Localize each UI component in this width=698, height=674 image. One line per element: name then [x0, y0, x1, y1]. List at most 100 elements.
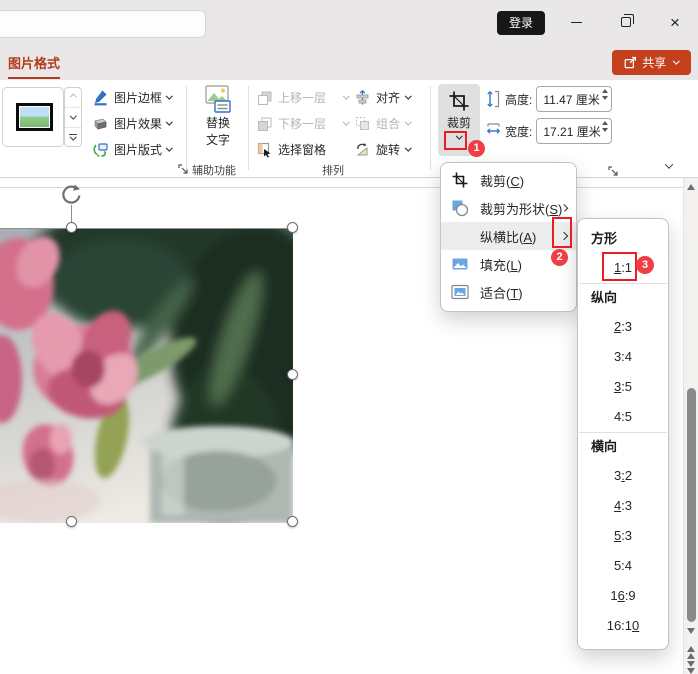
- ratio-3-5[interactable]: 3:5: [578, 372, 668, 402]
- ratio-5-4[interactable]: 5:4: [578, 551, 668, 581]
- picture-effects-label: 图片效果: [114, 116, 163, 131]
- slide-top-edge: [0, 187, 683, 188]
- menu-item-crop[interactable]: 裁剪(C): [441, 166, 576, 194]
- selection-pane-icon: [257, 142, 271, 157]
- size-dialog-launcher[interactable]: [607, 165, 619, 177]
- arrange-group-label: 排列: [322, 165, 344, 177]
- double-down-icon: [687, 668, 695, 674]
- bring-forward-label: 上移一层: [278, 90, 327, 105]
- next-slide-button[interactable]: [687, 661, 695, 674]
- align-icon: [356, 89, 369, 104]
- crop-menu-icon: [452, 172, 468, 188]
- minimize-button[interactable]: [558, 6, 594, 38]
- annotation-badge-step2: 2: [551, 249, 568, 266]
- selection-pane-label: 选择窗格: [278, 142, 327, 157]
- tab-picture-format[interactable]: 图片格式: [8, 53, 61, 79]
- minimize-icon: [570, 21, 582, 23]
- width-value: 17.21 厘米: [543, 124, 601, 139]
- send-backward-button[interactable]: 下移一层: [256, 111, 349, 135]
- width-spin-up-icon[interactable]: [602, 121, 609, 125]
- chevron-down-icon: [69, 133, 77, 141]
- width-label: 宽度:: [505, 124, 533, 139]
- picture-layout-button[interactable]: 图片版式: [92, 137, 173, 161]
- share-icon: [624, 56, 637, 69]
- share-button[interactable]: 共享: [612, 50, 691, 75]
- double-down-icon: [687, 661, 695, 667]
- powerpoint-window: 登录 × 图片格式 共享 图片边框 图片效果 图片版式 替换 文字 辅助功能 上…: [0, 0, 698, 674]
- ratio-4-5[interactable]: 4:5: [578, 402, 668, 432]
- ratio-16-9[interactable]: 16:9: [578, 581, 668, 611]
- annotation-rect-step3: [602, 252, 637, 281]
- scrollbar-thumb[interactable]: [687, 388, 696, 622]
- send-backward-icon: [258, 117, 272, 131]
- login-button[interactable]: 登录: [497, 11, 545, 35]
- resize-handle-top-right[interactable]: [287, 222, 298, 233]
- gallery-scroll-up-button[interactable]: [65, 88, 81, 107]
- resize-handle-right[interactable]: [287, 369, 298, 380]
- group-button[interactable]: 组合: [354, 111, 411, 135]
- scroll-up-icon[interactable]: [687, 184, 695, 190]
- send-backward-label: 下移一层: [278, 116, 327, 131]
- picture-effects-button[interactable]: 图片效果: [92, 111, 173, 135]
- chevron-down-icon: [404, 92, 411, 99]
- double-up-icon: [687, 653, 695, 659]
- resize-handle-bottom-right[interactable]: [287, 516, 298, 527]
- quick-access-box[interactable]: [0, 10, 206, 38]
- chevron-down-icon: [166, 144, 173, 151]
- bring-forward-button[interactable]: 上移一层: [256, 85, 349, 109]
- rotate-handle-icon[interactable]: [60, 183, 83, 206]
- collapse-ribbon-chevron-icon[interactable]: [664, 160, 674, 169]
- previous-slide-button[interactable]: [687, 646, 695, 659]
- ratio-3-2[interactable]: 3:2: [578, 461, 668, 491]
- rotate-button[interactable]: 旋转: [354, 137, 411, 161]
- alt-text-icon: [205, 85, 231, 113]
- submenu-header-portrait: 纵向: [591, 290, 618, 305]
- crop-to-shape-icon: [452, 200, 469, 217]
- resize-handle-bottom[interactable]: [66, 516, 77, 527]
- menu-item-fit[interactable]: 适合(T): [441, 278, 576, 306]
- close-button[interactable]: ×: [657, 6, 693, 38]
- close-icon: ×: [670, 12, 680, 32]
- annotation-badge-step3: 3: [636, 256, 654, 274]
- picture-styles-gallery[interactable]: [2, 87, 64, 147]
- chevron-down-icon: [342, 92, 349, 99]
- height-spin-down-icon[interactable]: [602, 96, 609, 100]
- rotate-icon: [356, 142, 368, 155]
- resize-handle-top[interactable]: [66, 222, 77, 233]
- alt-text-button[interactable]: 替换 文字: [192, 84, 244, 148]
- ratio-2-3[interactable]: 2:3: [578, 312, 668, 342]
- height-icon: [487, 90, 500, 108]
- width-input[interactable]: 17.21 厘米: [536, 118, 613, 144]
- ratio-4-3[interactable]: 4:3: [578, 491, 668, 521]
- alt-text-label-line2: 文字: [205, 133, 230, 147]
- menu-item-crop-label: 裁剪(C): [480, 173, 525, 189]
- width-row: 宽度: 17.21 厘米: [486, 118, 613, 144]
- gallery-scroll-down-button[interactable]: [65, 108, 81, 127]
- gallery-scroll-strip: [64, 87, 82, 147]
- restore-icon: [621, 14, 634, 27]
- picture-border-button[interactable]: 图片边框: [92, 85, 173, 109]
- fill-icon: [452, 258, 468, 270]
- width-spin-down-icon[interactable]: [602, 128, 609, 132]
- align-button[interactable]: 对齐: [354, 85, 411, 109]
- selected-picture[interactable]: [0, 199, 340, 523]
- selection-pane-button[interactable]: 选择窗格: [256, 137, 326, 161]
- chevron-down-icon: [342, 118, 349, 125]
- ratio-3-4[interactable]: 3:4: [578, 342, 668, 372]
- picture-style-thumbnail[interactable]: [16, 103, 53, 131]
- ratio-5-3[interactable]: 5:3: [578, 521, 668, 551]
- height-input[interactable]: 11.47 厘米: [536, 86, 613, 112]
- height-label: 高度:: [505, 92, 533, 107]
- fit-icon: [451, 284, 469, 300]
- width-icon: [487, 123, 500, 134]
- gallery-more-button[interactable]: [65, 128, 81, 147]
- height-spin-up-icon[interactable]: [602, 89, 609, 93]
- double-up-icon: [687, 646, 695, 652]
- aspect-ratio-submenu: 方形 1:1 纵向 2:3 3:4 3:5 4:5 横向 3:2 4:3 5:3…: [577, 218, 669, 650]
- scroll-down-icon[interactable]: [687, 628, 695, 634]
- restore-button[interactable]: [608, 6, 644, 38]
- menu-item-fit-label: 适合(T): [480, 285, 523, 301]
- accessibility-group-label: 辅助功能: [192, 165, 236, 177]
- annotation-rect-step2: [552, 217, 572, 248]
- ratio-16-10[interactable]: 16:10: [578, 611, 668, 641]
